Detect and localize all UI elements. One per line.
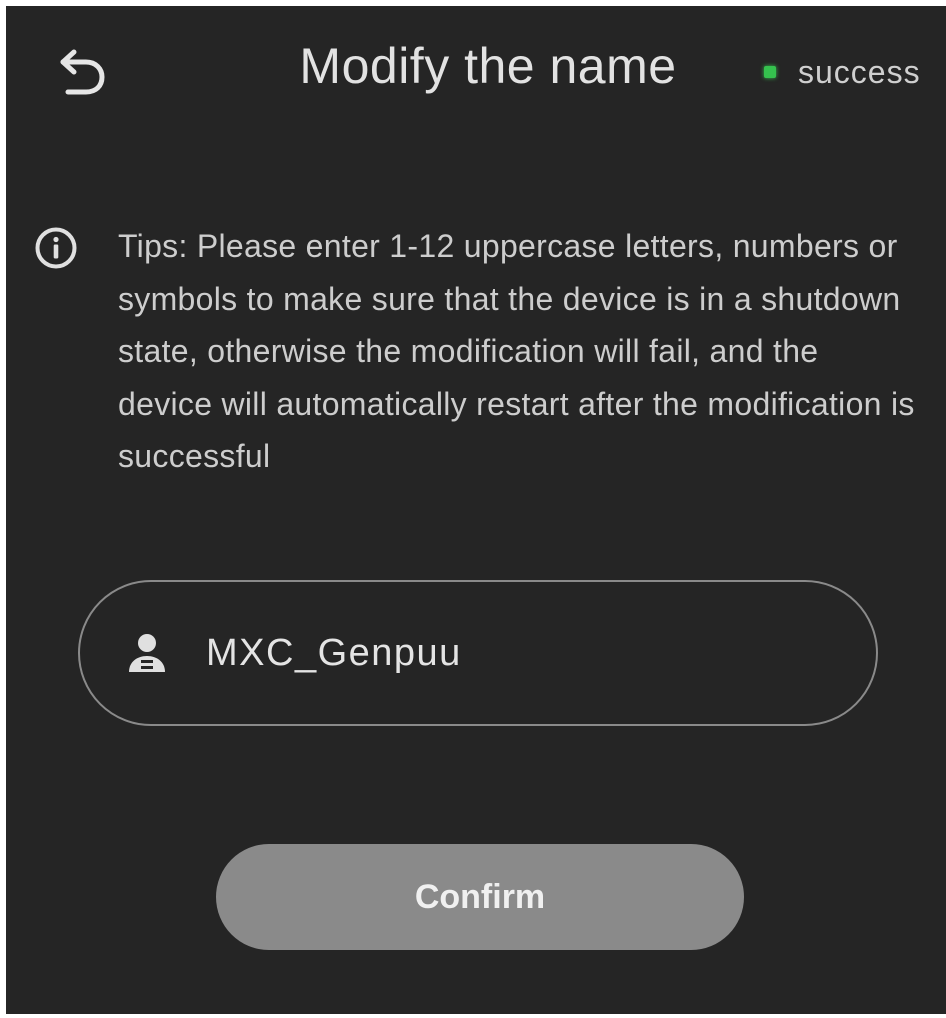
device-name-input[interactable]: MXC_Genpuu [78, 580, 878, 726]
status-label: success [798, 53, 921, 90]
device-name-value: MXC_Genpuu [206, 631, 462, 674]
modify-name-screen: Modify the name success Tips: Please ent… [6, 6, 946, 1014]
connection-status: success [764, 44, 921, 100]
confirm-button[interactable]: Confirm [216, 844, 744, 950]
tips-text: Tips: Please enter 1-12 uppercase letter… [118, 228, 915, 474]
page-title: Modify the name [299, 38, 677, 94]
undo-arrow-icon [60, 49, 105, 95]
back-button[interactable] [50, 40, 114, 104]
user-icon [129, 634, 165, 672]
info-icon [35, 227, 77, 269]
status-dot-icon [764, 66, 776, 78]
